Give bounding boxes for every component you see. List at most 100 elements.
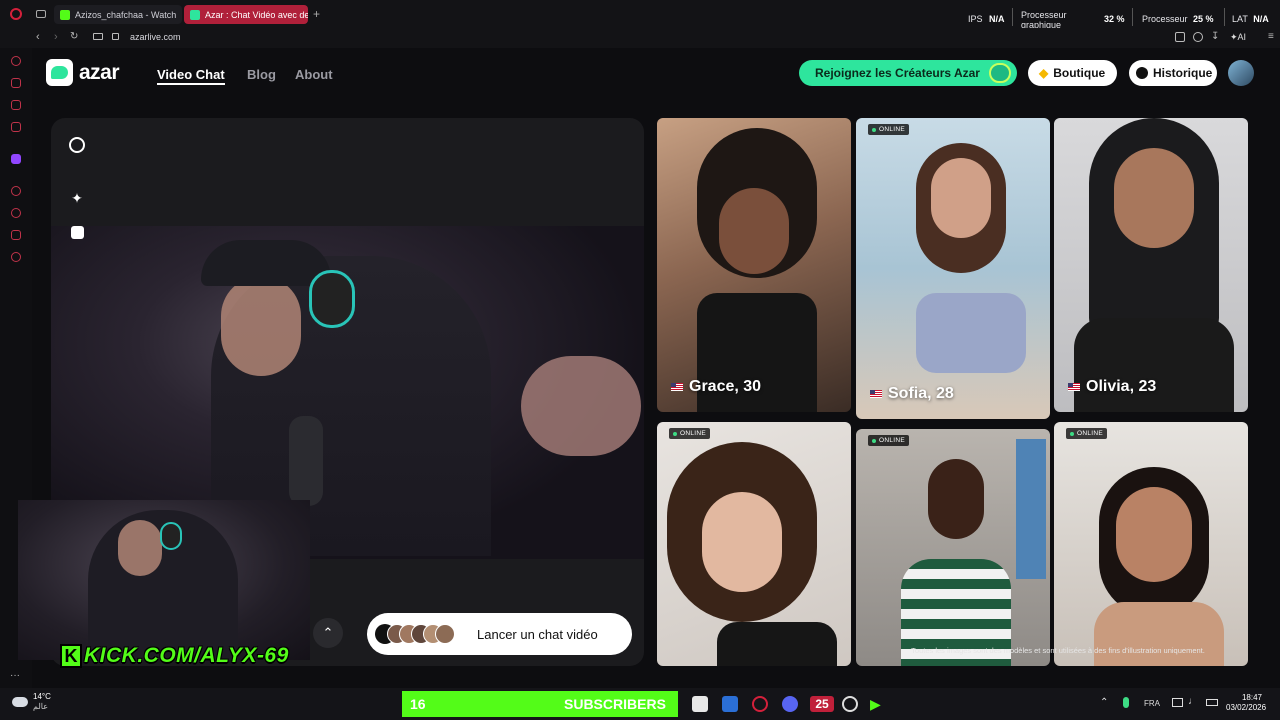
sidebar-bag-icon[interactable] bbox=[11, 78, 21, 88]
url-field[interactable]: azarlive.com bbox=[130, 32, 181, 42]
diamond-icon: ◆ bbox=[1039, 66, 1049, 80]
cloud-icon bbox=[12, 697, 28, 707]
address-bar: ‹ › ↻ azarlive.com ↧ ✦AI ≡ bbox=[0, 28, 1280, 48]
microphone-icon[interactable] bbox=[1123, 697, 1129, 708]
kick-app-icon[interactable]: ▶ bbox=[870, 696, 886, 712]
network-icon[interactable] bbox=[1172, 698, 1183, 707]
discord-icon[interactable] bbox=[782, 696, 798, 712]
sidebar-refresh-icon[interactable] bbox=[11, 56, 21, 66]
mail-icon[interactable] bbox=[722, 696, 738, 712]
profile-card[interactable]: ONLINE bbox=[856, 429, 1050, 666]
camera-icon[interactable] bbox=[93, 33, 103, 40]
profile-photo bbox=[1116, 487, 1192, 582]
hud-divider bbox=[1224, 8, 1225, 26]
reload-icon[interactable]: ↻ bbox=[70, 31, 78, 42]
app-badge-icon[interactable]: 25 bbox=[810, 696, 834, 712]
avatar-stack bbox=[375, 624, 461, 644]
obs-icon[interactable] bbox=[842, 696, 858, 712]
profile-photo bbox=[1094, 602, 1224, 666]
sidebar-more-icon[interactable]: ··· bbox=[10, 670, 20, 681]
sidebar-play-icon[interactable] bbox=[11, 186, 21, 196]
hud-gpu-value: 32 % bbox=[1104, 14, 1125, 24]
sidebar-box-icon[interactable] bbox=[11, 230, 21, 240]
tab-azar[interactable]: Azar : Chat Vidéo avec de bbox=[184, 5, 308, 24]
profile-card-sofia[interactable]: ONLINE Sofia, 28 bbox=[856, 118, 1050, 419]
kick-watermark-text: KICK.COM/ALYX-69 bbox=[84, 644, 289, 667]
new-tab-button[interactable]: + bbox=[313, 7, 320, 21]
hud-lat: LAT N/A bbox=[1232, 14, 1269, 24]
back-icon[interactable]: ‹ bbox=[36, 31, 40, 43]
forward-icon[interactable]: › bbox=[54, 31, 58, 43]
profile-photo bbox=[928, 459, 984, 539]
us-flag-icon bbox=[671, 383, 683, 391]
online-badge: ONLINE bbox=[669, 428, 711, 439]
online-badge: ONLINE bbox=[868, 435, 910, 446]
online-badge: ONLINE bbox=[1066, 428, 1108, 439]
azar-logo[interactable]: azar bbox=[46, 59, 120, 86]
profile-photo bbox=[1114, 148, 1194, 248]
nav-about[interactable]: About bbox=[295, 67, 333, 82]
profile-card[interactable]: ONLINE bbox=[1054, 422, 1248, 666]
expand-button[interactable] bbox=[65, 133, 89, 157]
azar-favicon-icon bbox=[190, 9, 200, 20]
magic-wand-icon: ✦ bbox=[71, 189, 83, 206]
app-badge-count: 25 bbox=[815, 697, 829, 711]
clock[interactable]: 18:47 03/02/2026 bbox=[1226, 693, 1266, 713]
webcam-hand bbox=[521, 356, 641, 456]
opera-logo-icon[interactable] bbox=[10, 8, 22, 20]
tab-overview-icon[interactable] bbox=[36, 10, 46, 18]
menu-icon[interactable]: ≡ bbox=[1268, 31, 1274, 42]
sidebar-twitch-icon[interactable] bbox=[11, 154, 21, 164]
share-icon[interactable] bbox=[1193, 32, 1203, 42]
profile-card-grace[interactable]: Grace, 30 bbox=[657, 118, 851, 412]
windows-taskbar: 14°C عالم 16 SUBSCRIBERS 25 ▶ ⌃ FRA ♩ 18… bbox=[0, 688, 1280, 720]
nav-blog[interactable]: Blog bbox=[247, 67, 276, 82]
us-flag-icon bbox=[870, 390, 882, 398]
profile-card[interactable]: ONLINE bbox=[657, 422, 851, 666]
shop-button-label: Boutique bbox=[1053, 66, 1106, 80]
kick-watermark: K KICK.COM/ALYX-69 bbox=[60, 644, 289, 668]
chevron-up-button[interactable]: ⌃ bbox=[313, 618, 343, 648]
history-button-label: Historique bbox=[1153, 66, 1213, 80]
kick-logo-icon: K bbox=[60, 644, 82, 668]
sidebar-chat-icon[interactable] bbox=[11, 100, 21, 110]
profile-photo bbox=[702, 492, 782, 592]
facecam-headphone bbox=[160, 522, 182, 550]
subscribers-label: SUBSCRIBERS bbox=[564, 696, 666, 712]
nav-video-chat[interactable]: Video Chat bbox=[157, 67, 225, 82]
volume-icon[interactable]: ♩ bbox=[1188, 696, 1198, 707]
azar-logo-text: azar bbox=[79, 60, 120, 84]
filters-button[interactable] bbox=[65, 220, 89, 244]
shop-button[interactable]: ◆ Boutique bbox=[1028, 60, 1117, 86]
battery-icon[interactable] bbox=[1206, 699, 1218, 706]
store-icon[interactable] bbox=[692, 696, 708, 712]
profile-name: Grace, 30 bbox=[671, 378, 761, 396]
download-icon[interactable]: ↧ bbox=[1211, 31, 1219, 42]
nav-active-underline bbox=[157, 83, 225, 85]
effects-button[interactable]: ✦ bbox=[65, 186, 89, 210]
hud-divider bbox=[1012, 8, 1013, 26]
creators-button[interactable]: Rejoignez les Créateurs Azar bbox=[799, 60, 1017, 86]
sidebar-message-icon[interactable] bbox=[11, 122, 21, 132]
subscribers-bar: 16 SUBSCRIBERS bbox=[402, 691, 678, 717]
webcam-cap bbox=[201, 240, 331, 286]
creators-camera-icon bbox=[989, 63, 1011, 83]
webcam-headphone bbox=[309, 270, 355, 328]
tray-chevron-icon[interactable]: ⌃ bbox=[1100, 697, 1108, 708]
weather-widget[interactable]: 14°C عالم bbox=[12, 692, 51, 712]
lock-icon bbox=[112, 33, 119, 40]
user-avatar[interactable] bbox=[1228, 60, 1254, 86]
start-video-chat-button[interactable]: Lancer un chat vidéo bbox=[367, 613, 632, 655]
profile-card-olivia[interactable]: Olivia, 23 bbox=[1054, 118, 1248, 412]
tab-kick[interactable]: Azizos_chafchaa - Watch bbox=[54, 5, 182, 24]
sidebar-clock-icon[interactable] bbox=[11, 208, 21, 218]
extensions-icon[interactable] bbox=[1175, 32, 1185, 42]
facecam-overlay bbox=[18, 500, 310, 660]
ai-button[interactable]: ✦AI bbox=[1230, 32, 1246, 43]
hud-gpu-label: Processeur graphique bbox=[1021, 10, 1067, 30]
history-button[interactable]: Historique bbox=[1129, 60, 1217, 86]
sidebar-settings-icon[interactable] bbox=[11, 252, 21, 262]
opera-icon[interactable] bbox=[752, 696, 768, 712]
language-indicator[interactable]: FRA bbox=[1144, 699, 1160, 708]
weather-place: عالم bbox=[33, 702, 48, 711]
